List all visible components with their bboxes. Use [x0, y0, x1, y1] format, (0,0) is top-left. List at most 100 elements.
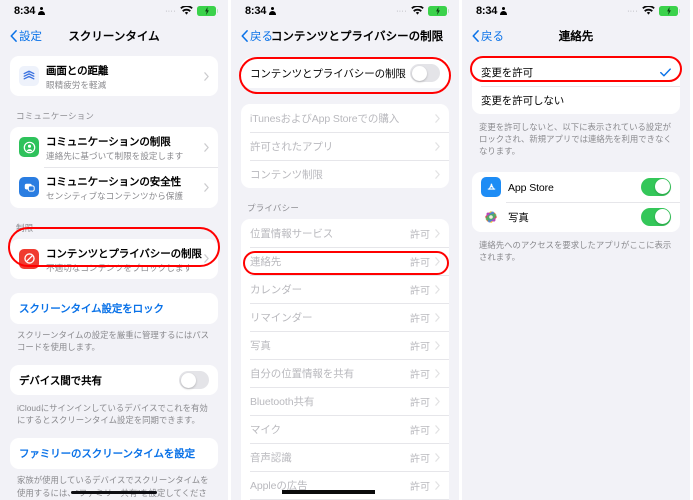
row-value: 許可: [410, 313, 430, 325]
row-title: デバイス間で共有: [19, 375, 102, 388]
row-title: App Store: [508, 181, 554, 194]
wifi-icon: [642, 6, 655, 15]
row-share-my-location[interactable]: 自分の位置情報を共有 許可: [241, 359, 449, 387]
toggle-knob: [411, 65, 427, 81]
row-subtitle: 眼精疲労を軽減: [46, 80, 107, 90]
row-location-services[interactable]: 位置情報サービス 許可: [241, 219, 449, 247]
chevron-right-icon: [435, 141, 440, 151]
chevron-left-icon: [472, 30, 479, 42]
section-header-privacy: プライバシー: [247, 203, 300, 213]
row-text: 変更を許可: [481, 63, 660, 81]
row-text: 許可されたアプリ: [250, 137, 435, 155]
row-title: コンテンツとプライバシーの制限: [46, 247, 202, 260]
group-communication: コミュニケーションの制限 連絡先に基づいて制限を設定します コミュニケーションの…: [10, 127, 218, 208]
chevron-right-icon: [435, 452, 440, 462]
status-bar-left: 8:34: [245, 5, 277, 17]
back-button[interactable]: 戻る: [241, 28, 273, 44]
back-button-label: 戻る: [481, 31, 504, 43]
row-value: 許可: [410, 453, 430, 465]
row-value: 許可: [410, 229, 430, 241]
row-text: コミュニケーションの制限 連絡先に基づいて制限を設定します: [46, 132, 204, 162]
communication-limit-icon: [19, 137, 39, 158]
status-time: 8:34: [14, 5, 36, 17]
status-time: 8:34: [245, 5, 267, 17]
row-apple-advertising[interactable]: Appleの広告 許可: [241, 471, 449, 499]
chevron-right-icon: [204, 254, 209, 263]
row-contacts[interactable]: 連絡先 許可: [241, 247, 449, 275]
setup-family-screen-time-button[interactable]: ファミリーのスクリーンタイムを設定: [10, 438, 218, 470]
row-title: マイク: [250, 424, 281, 436]
back-button-label: 設定: [19, 31, 42, 43]
share-across-devices-toggle[interactable]: [179, 371, 209, 390]
row-allowed-apps[interactable]: 許可されたアプリ: [241, 132, 449, 160]
back-button[interactable]: 戻る: [472, 28, 504, 44]
chevron-right-icon: [435, 340, 440, 350]
group-restriction-items: iTunesおよびApp Storeでの購入 許可されたアプリ コンテンツ制限: [241, 104, 449, 188]
screen-content-privacy-restrictions: 8:34 ···· 戻る コンテンツとプライバシーの制限 コンテンツとプライバシ…: [231, 0, 459, 500]
chevron-right-icon: [435, 424, 440, 434]
row-title: コンテンツ制限: [250, 169, 323, 181]
row-reminders[interactable]: リマインダー 許可: [241, 303, 449, 331]
settings-list[interactable]: コンテンツとプライバシーの制限 iTunesおよびApp Storeでの購入 許…: [231, 50, 459, 500]
row-itunes-appstore-purchases[interactable]: iTunesおよびApp Storeでの購入: [241, 104, 449, 132]
settings-list[interactable]: 変更を許可 変更を許可しない 変更を許可しないと、以下に表示されている設定がロッ…: [462, 50, 690, 500]
chevron-right-icon: [204, 183, 209, 192]
row-subtitle: センシティブなコンテンツから保護: [46, 191, 183, 202]
row-speech-recognition[interactable]: 音声認識 許可: [241, 443, 449, 471]
signal-dots-icon: ····: [627, 7, 638, 15]
row-subtitle: 連絡先に基づいて制限を設定します: [46, 151, 184, 162]
options-footnote: 変更を許可しないと、以下に表示されている設定がロックされ、新規アプリでは連絡先を…: [479, 122, 672, 157]
settings-list[interactable]: 画面との距離 眼精疲労を軽減 コミュニケーション コミュニケーションの制限 連絡…: [0, 50, 228, 500]
row-microphone[interactable]: マイク 許可: [241, 415, 449, 443]
row-content-restrictions[interactable]: コンテンツ制限: [241, 160, 449, 188]
row-text: Bluetooth共有: [250, 392, 410, 410]
option-allow-changes[interactable]: 変更を許可: [472, 58, 680, 86]
nav-bar: 戻る コンテンツとプライバシーの制限: [231, 22, 459, 50]
row-calendar[interactable]: カレンダー 許可: [241, 275, 449, 303]
row-text: リマインダー: [250, 308, 410, 326]
row-content-privacy-restrictions[interactable]: コンテンツとプライバシーの制限 不適切なコンテンツをブロックします: [10, 239, 218, 279]
group-screen-distance: 画面との距離 眼精疲労を軽減: [10, 56, 218, 97]
section-header-communication: コミュニケーション: [16, 111, 95, 122]
chevron-left-icon: [241, 30, 248, 42]
row-photos[interactable]: 写真 許可: [241, 331, 449, 359]
checkmark-icon: [660, 67, 671, 76]
row-title: コミュニケーションの制限: [46, 136, 171, 149]
row-subtitle: 不適切なコンテンツをブロックします: [46, 262, 193, 273]
row-title: カレンダー: [250, 284, 302, 296]
row-text: 写真: [250, 336, 410, 354]
group-apps: App Store 写真: [472, 171, 680, 232]
chevron-right-icon: [435, 113, 440, 123]
nav-bar: 戻る 連絡先: [462, 22, 690, 50]
lock-screen-time-settings-button[interactable]: スクリーンタイム設定をロック: [10, 292, 218, 324]
content-privacy-toggle[interactable]: [410, 64, 440, 82]
back-button-settings[interactable]: 設定: [10, 28, 42, 44]
option-dont-allow-changes[interactable]: 変更を許可しない: [472, 86, 680, 114]
chevron-right-icon: [435, 368, 440, 378]
row-title: 画面との距離: [46, 65, 109, 77]
chevron-right-icon: [435, 169, 440, 179]
toggle-knob: [654, 209, 670, 225]
row-screen-distance[interactable]: 画面との距離 眼精疲労を軽減: [10, 56, 218, 96]
row-app-store[interactable]: App Store: [472, 172, 680, 202]
row-communication-safety[interactable]: コミュニケーションの安全性 センシティブなコンテンツから保護: [10, 167, 218, 207]
row-share-across-devices[interactable]: デバイス間で共有: [10, 365, 218, 395]
app-store-toggle[interactable]: [641, 177, 671, 196]
row-content-privacy-master-toggle[interactable]: コンテンツとプライバシーの制限: [241, 58, 449, 88]
chevron-left-icon: [10, 30, 17, 42]
row-title: コンテンツとプライバシーの制限: [250, 68, 406, 80]
apps-footnote: 連絡先へのアクセスを要求したアプリがここに表示されます。: [479, 239, 672, 262]
row-title: 連絡先: [250, 256, 282, 268]
row-photos[interactable]: 写真: [472, 201, 680, 232]
row-value: 許可: [410, 257, 430, 269]
signal-dots-icon: ····: [165, 7, 176, 15]
content-restriction-icon: [19, 248, 39, 269]
status-bar-left: 8:34: [14, 5, 46, 17]
row-value: 許可: [410, 397, 430, 409]
photos-toggle[interactable]: [641, 207, 671, 226]
row-text: コンテンツ制限: [250, 165, 435, 183]
battery-charging-icon: [659, 6, 681, 16]
row-bluetooth-sharing[interactable]: Bluetooth共有 許可: [241, 387, 449, 415]
row-value: 許可: [410, 481, 430, 493]
row-communication-limit[interactable]: コミュニケーションの制限 連絡先に基づいて制限を設定します: [10, 127, 218, 167]
